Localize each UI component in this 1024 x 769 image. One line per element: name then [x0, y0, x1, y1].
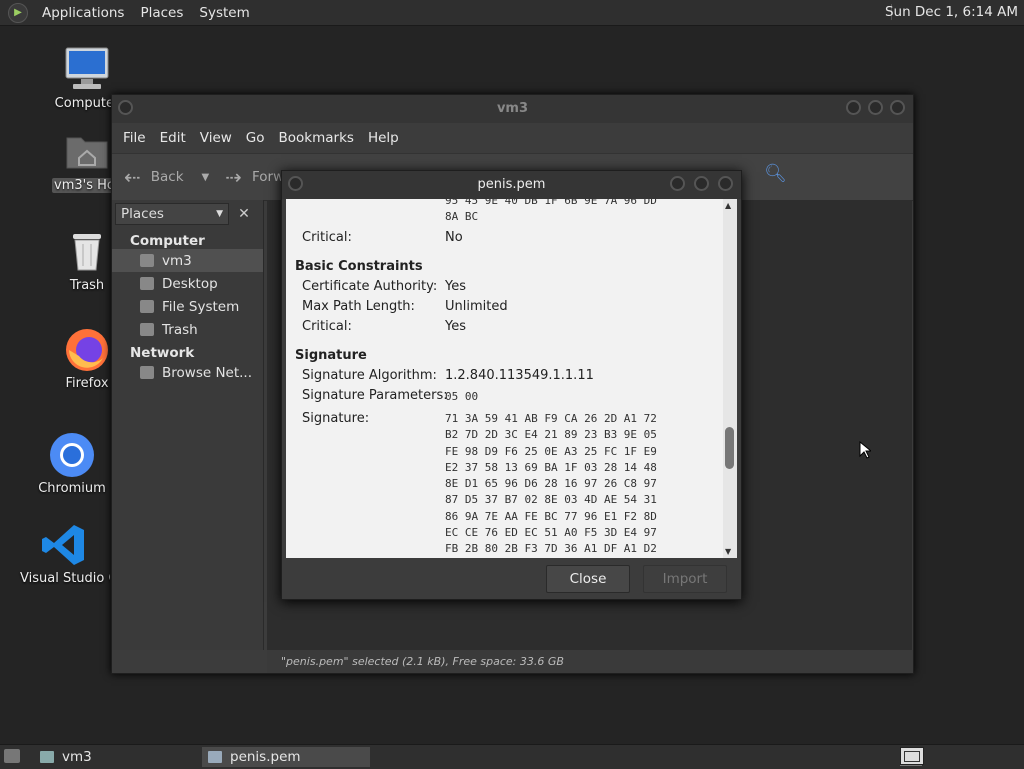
computer-icon: [63, 46, 111, 94]
folder-icon: [40, 751, 54, 763]
maximize-button[interactable]: [868, 100, 883, 115]
close-button[interactable]: Close: [546, 565, 630, 593]
sidebar-item-file-system[interactable]: File System: [112, 295, 263, 318]
scroll-up-icon[interactable]: ▲: [725, 201, 731, 210]
desktop-icon-label: Firefox: [65, 376, 109, 391]
dialog-titlebar[interactable]: penis.pem: [282, 171, 741, 199]
firefox-icon: [63, 326, 111, 374]
workspace-switcher[interactable]: [900, 747, 924, 765]
close-button[interactable]: [890, 100, 905, 115]
window-title: vm3: [496, 101, 529, 116]
signature-label: Signature:: [302, 411, 370, 426]
certificate-dialog: penis.pem 95 45 9E 40 DB 1F 6B 9E 7A 96 …: [281, 170, 742, 600]
scrollbar-thumb[interactable]: [725, 427, 734, 469]
sig-params-label: Signature Parameters:: [302, 388, 448, 403]
home-icon: [140, 254, 154, 267]
dialog-maximize-button[interactable]: [694, 176, 709, 191]
key-identifier-hex: 95 45 9E 40 DB 1F 6B 9E 7A 96 DD 8A BC: [445, 199, 657, 224]
window-icon: [208, 751, 222, 763]
desktop-icon: [140, 277, 154, 290]
places-sidebar: Places ▼ ✕ Computer vm3 Desktop File Sys…: [112, 200, 264, 650]
window-titlebar[interactable]: vm3: [112, 95, 913, 123]
taskbar-item-penis-pem[interactable]: penis.pem: [202, 747, 370, 767]
menu-file[interactable]: File: [116, 130, 153, 146]
dialog-minimize-button[interactable]: [670, 176, 685, 191]
menubar: File Edit View Go Bookmarks Help: [112, 123, 913, 153]
sidebar-item-vm3[interactable]: vm3: [112, 249, 263, 272]
critical-value: Yes: [445, 319, 466, 334]
sidebar-item-trash[interactable]: Trash: [112, 318, 263, 341]
system-menu[interactable]: System: [191, 5, 257, 21]
import-button[interactable]: Import: [643, 565, 727, 593]
dialog-close-button[interactable]: [718, 176, 733, 191]
taskbar-item-vm3[interactable]: vm3: [34, 747, 196, 767]
top-panel: ▶ Applications Places System Sun Dec 1, …: [0, 0, 1024, 26]
trash-icon: [63, 228, 111, 276]
menu-go[interactable]: Go: [239, 130, 272, 146]
critical-label: Critical:: [302, 230, 352, 245]
forward-arrow-icon: ⇢: [225, 165, 243, 189]
vscode-icon: [40, 521, 88, 569]
menu-bookmarks[interactable]: Bookmarks: [272, 130, 361, 146]
sidebar-header-network: Network: [130, 345, 195, 361]
menu-help[interactable]: Help: [361, 130, 406, 146]
menu-view[interactable]: View: [193, 130, 239, 146]
sig-params-value: 05 00: [445, 390, 479, 403]
minimize-button[interactable]: [846, 100, 861, 115]
chromium-icon: [48, 431, 96, 479]
drive-icon: [140, 300, 154, 313]
sig-alg-value: 1.2.840.113549.1.1.11: [445, 368, 594, 383]
chevron-down-icon: ▼: [216, 209, 223, 219]
signature-heading: Signature: [295, 348, 367, 363]
trash-icon: [140, 323, 154, 336]
max-path-value: Unlimited: [445, 299, 508, 314]
desktop-icon-chromium[interactable]: Chromium: [27, 431, 117, 496]
distro-logo-icon[interactable]: ▶: [8, 2, 28, 23]
desktop-icon-label: Trash: [69, 278, 105, 293]
basic-constraints-heading: Basic Constraints: [295, 259, 423, 274]
signature-hex: 71 3A 59 41 AB F9 CA 26 2D A1 72 B2 7D 2…: [445, 412, 657, 556]
applications-menu[interactable]: Applications: [34, 5, 132, 21]
home-folder-icon: [63, 128, 111, 176]
status-bar: "penis.pem" selected (2.1 kB), Free spac…: [267, 650, 913, 673]
show-desktop-icon[interactable]: [4, 749, 20, 763]
network-icon: [140, 366, 154, 379]
critical-label: Critical:: [302, 319, 352, 334]
sig-alg-label: Signature Algorithm:: [302, 368, 437, 383]
ca-value: Yes: [445, 279, 466, 294]
desktop-icon-label: Visual Studio Code: [20, 571, 110, 586]
sidebar-item-desktop[interactable]: Desktop: [112, 272, 263, 295]
max-path-label: Max Path Length:: [302, 299, 415, 314]
vertical-scrollbar[interactable]: ▲ ▼: [723, 199, 737, 558]
back-arrow-icon: ⇠: [124, 165, 141, 189]
close-sidebar-icon[interactable]: ✕: [233, 203, 255, 225]
sidebar-item-browse-network[interactable]: Browse Net...: [112, 361, 263, 384]
search-icon[interactable]: 🔍︎: [764, 163, 787, 184]
scroll-down-icon[interactable]: ▼: [725, 547, 731, 556]
certificate-details[interactable]: 95 45 9E 40 DB 1F 6B 9E 7A 96 DD 8A BC C…: [286, 199, 723, 558]
bottom-panel: vm3 penis.pem: [0, 744, 1024, 769]
chevron-down-icon: ▼: [201, 171, 210, 183]
sidebar-header-computer: Computer: [130, 233, 205, 249]
mouse-cursor-icon: [859, 440, 873, 463]
desktop-icon-vscode[interactable]: Visual Studio Code: [18, 521, 110, 586]
ca-label: Certificate Authority:: [302, 279, 438, 294]
menu-edit[interactable]: Edit: [153, 130, 193, 146]
back-button[interactable]: ⇠ Back ▼: [124, 165, 209, 189]
places-menu[interactable]: Places: [132, 5, 191, 21]
desktop-icon-label: Chromium: [38, 481, 106, 496]
clock[interactable]: Sun Dec 1, 6:14 AM: [885, 4, 1018, 20]
places-dropdown[interactable]: Places ▼: [115, 203, 229, 225]
critical-value: No: [445, 230, 463, 245]
